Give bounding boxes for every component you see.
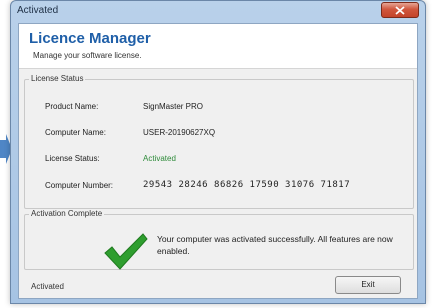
page: Activated Licence Manager Manage your so… — [0, 0, 434, 308]
license-status-group: License Status Product Name: SignMaster … — [24, 74, 414, 209]
checkmark-icon — [104, 233, 148, 270]
exit-button[interactable]: Exit — [335, 276, 401, 294]
license-status-value: Activated — [143, 154, 176, 163]
activation-complete-legend: Activation Complete — [29, 209, 105, 218]
product-name-label: Product Name: — [45, 102, 99, 111]
app-title: Licence Manager — [29, 30, 151, 47]
activation-success-message: Your computer was activated successfully… — [157, 234, 393, 256]
close-icon — [395, 6, 405, 15]
licence-manager-window: Activated Licence Manager Manage your so… — [10, 0, 426, 304]
computer-number-label: Computer Number: — [45, 181, 114, 190]
window-title: Activated — [17, 5, 59, 16]
app-subtitle: Manage your software license. — [33, 51, 142, 60]
license-status-legend: License Status — [29, 74, 86, 83]
computer-name-value: USER-20190627XQ — [143, 128, 216, 137]
window-content: Licence Manager Manage your software lic… — [18, 23, 418, 299]
computer-name-label: Computer Name: — [45, 128, 106, 137]
product-name-value: SignMaster PRO — [143, 102, 204, 111]
title-bar[interactable]: Activated — [11, 1, 425, 23]
close-button[interactable] — [381, 2, 419, 18]
license-status-label: License Status: — [45, 154, 100, 163]
computer-number-value: 29543 28246 86826 17590 31076 71817 — [143, 180, 351, 190]
header-band: Licence Manager Manage your software lic… — [19, 24, 417, 69]
footer-status-text: Activated — [31, 282, 64, 291]
activation-complete-group: Activation Complete Your computer was ac… — [24, 209, 414, 270]
